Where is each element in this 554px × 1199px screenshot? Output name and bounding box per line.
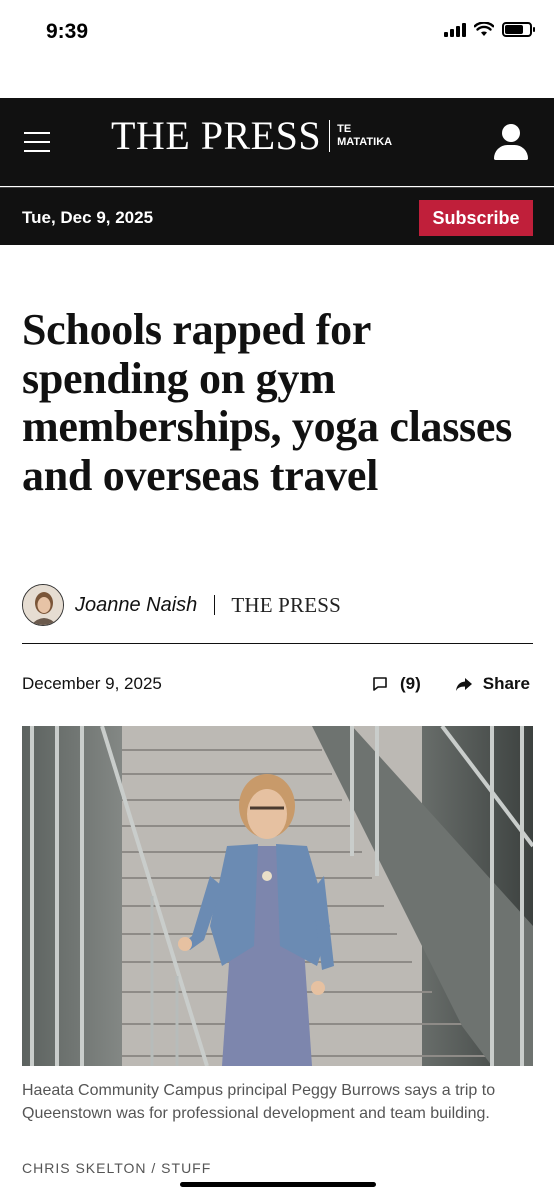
- current-date: Tue, Dec 9, 2025: [22, 208, 154, 227]
- home-indicator[interactable]: [180, 1182, 376, 1187]
- logo-divider: [329, 120, 331, 152]
- cellular-signal-icon: [444, 22, 466, 37]
- status-icons: [444, 22, 535, 37]
- comments-button[interactable]: (9): [372, 674, 421, 694]
- battery-icon: [502, 22, 535, 37]
- logo-sub: TE MATATIKA: [337, 123, 392, 149]
- subscribe-button[interactable]: Subscribe: [419, 200, 533, 236]
- status-bar: 9:39: [0, 0, 554, 70]
- hamburger-menu-icon[interactable]: [24, 132, 50, 152]
- logo-sub-line1: TE: [337, 123, 352, 135]
- photo-credit: CHRIS SKELTON / STUFF: [22, 1160, 212, 1176]
- date-bar: Tue, Dec 9, 2025 Subscribe: [0, 187, 554, 245]
- site-logo[interactable]: THE PRESS TE MATATIKA: [111, 116, 392, 156]
- status-time: 9:39: [46, 20, 89, 43]
- share-button[interactable]: Share: [455, 674, 530, 694]
- article-photo[interactable]: [22, 726, 533, 1066]
- masthead: THE PRESS TE MATATIKA: [0, 98, 554, 186]
- byline-divider: [214, 595, 216, 615]
- comment-icon: [373, 677, 387, 691]
- logo-sub-line2: MATATIKA: [337, 136, 393, 148]
- user-account-icon[interactable]: [494, 124, 528, 160]
- share-arrow-icon: [455, 678, 472, 691]
- author-name[interactable]: Joanne Naish: [75, 594, 197, 617]
- article-meta: December 9, 2025 (9) Share: [22, 674, 530, 696]
- byline-rule: [22, 643, 533, 644]
- byline-publication: THE PRESS: [231, 592, 342, 617]
- byline: Joanne Naish THE PRESS: [22, 584, 341, 626]
- article-headline: Schools rapped for spending on gym membe…: [22, 305, 512, 500]
- comment-count: (9): [400, 674, 421, 693]
- wifi-icon: [474, 22, 494, 36]
- share-label: Share: [482, 674, 530, 693]
- author-avatar[interactable]: [22, 584, 64, 626]
- logo-main: THE PRESS: [111, 113, 322, 158]
- photo-caption: Haeata Community Campus principal Peggy …: [22, 1082, 496, 1122]
- publish-date: December 9, 2025: [22, 674, 162, 693]
